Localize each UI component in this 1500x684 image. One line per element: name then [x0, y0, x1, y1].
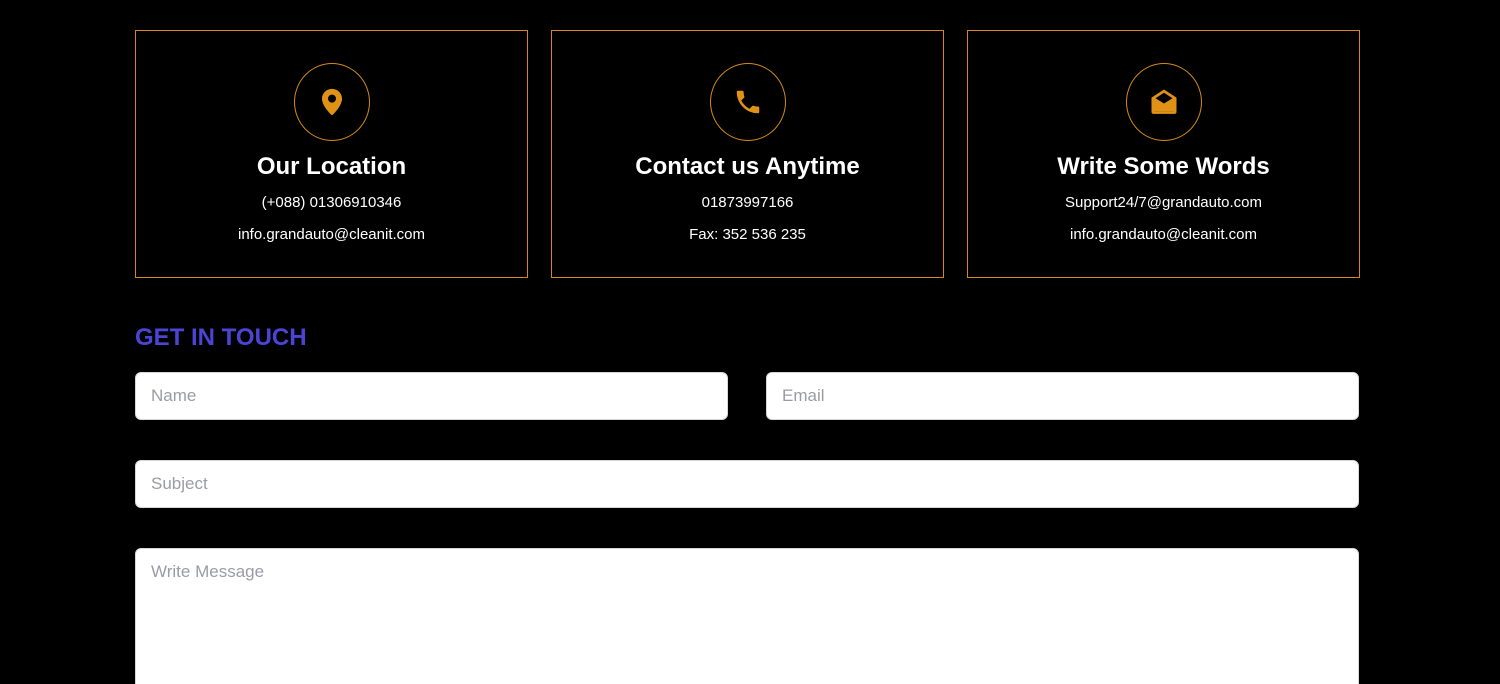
contact-page: Our Location (+088) 01306910346 info.gra…: [0, 0, 1500, 684]
write-card: Write Some Words Support24/7@grandauto.c…: [967, 30, 1360, 278]
contact-card: Contact us Anytime 01873997166 Fax: 352 …: [551, 30, 944, 278]
location-card: Our Location (+088) 01306910346 info.gra…: [135, 30, 528, 278]
contact-cards: Our Location (+088) 01306910346 info.gra…: [135, 30, 1360, 280]
support-email: Support24/7@grandauto.com: [1064, 194, 1263, 211]
location-phone: (+088) 01306910346: [261, 194, 402, 211]
phone-icon: [736, 90, 759, 114]
email-input[interactable]: [766, 372, 1359, 420]
name-input[interactable]: [135, 372, 728, 420]
phone-icon-circle: [709, 63, 786, 141]
subject-input[interactable]: [135, 460, 1359, 508]
location-email: info.grandauto@cleanit.com: [237, 226, 425, 243]
location-pin-icon: [321, 88, 342, 116]
contact-title: Contact us Anytime: [635, 153, 860, 180]
contact-fax: Fax: 352 536 235: [689, 226, 806, 243]
message-textarea[interactable]: [135, 548, 1359, 684]
envelope-icon-circle: [1125, 63, 1202, 141]
contact-phone: 01873997166: [701, 194, 794, 211]
location-title: Our Location: [256, 153, 407, 180]
info-email: info.grandauto@cleanit.com: [1069, 226, 1257, 243]
write-title: Write Some Words: [1057, 153, 1270, 180]
envelope-open-icon: [1151, 89, 1176, 114]
get-in-touch-heading: GET IN TOUCH: [135, 324, 307, 351]
location-icon-circle: [293, 63, 370, 141]
